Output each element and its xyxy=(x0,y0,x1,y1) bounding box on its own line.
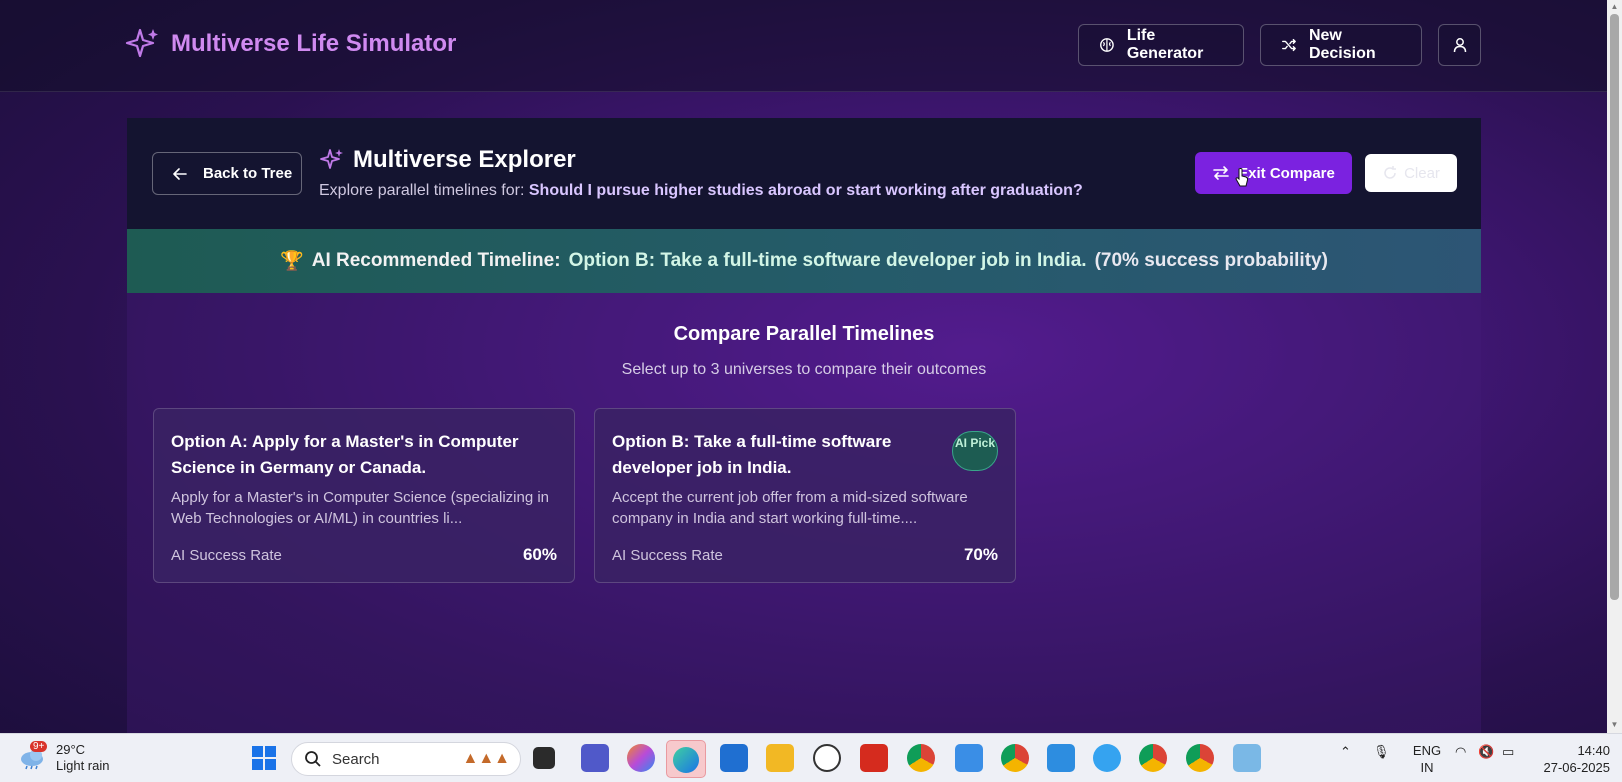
top-navbar: Multiverse Life Simulator Life Generator… xyxy=(0,0,1607,92)
back-to-tree-label: Back to Tree xyxy=(203,165,293,182)
life-generator-label: Life Generator xyxy=(1126,27,1204,62)
user-profile-button[interactable] xyxy=(1438,24,1481,66)
microsoft-store-icon[interactable] xyxy=(720,744,748,772)
sparkles-icon xyxy=(320,149,343,169)
clear-button[interactable]: Clear xyxy=(1365,154,1457,192)
timeline-card-option-b[interactable]: Option B: Take a full-time software deve… xyxy=(594,408,1016,583)
copilot-icon[interactable] xyxy=(627,744,655,772)
success-rate-value: 70% xyxy=(963,545,998,564)
clock-date: 27-06-2025 xyxy=(1543,760,1611,775)
compare-subtitle: Select up to 3 universes to compare thei… xyxy=(621,361,987,378)
file-explorer-icon[interactable] xyxy=(766,744,794,772)
clock-time: 14:40 xyxy=(1577,743,1610,758)
rain-cloud-icon: 9+ xyxy=(18,741,48,771)
success-rate-label: AI Success Rate xyxy=(171,547,282,564)
search-highlight-icon: ▲▲▲ xyxy=(462,750,510,767)
sparkles-icon xyxy=(125,28,158,58)
user-icon xyxy=(1453,38,1466,53)
wifi-icon[interactable]: ◠ xyxy=(1455,744,1466,760)
snipping-tool-icon[interactable] xyxy=(1233,744,1261,772)
compare-title: Compare Parallel Timelines xyxy=(673,323,935,345)
chrome-profile-p-icon[interactable] xyxy=(907,744,935,772)
chrome-profile-c2-icon[interactable] xyxy=(1139,744,1167,772)
system-clock[interactable]: 14:40 27-06-2025 xyxy=(1535,742,1611,776)
explorer-header: Back to Tree Multiverse Explorer Explore… xyxy=(127,118,1481,229)
docker-icon[interactable] xyxy=(1093,744,1121,772)
vscode-icon[interactable] xyxy=(1047,744,1075,772)
life-generator-button[interactable]: Life Generator xyxy=(1078,24,1244,66)
battery-icon[interactable]: ▭ xyxy=(1502,744,1514,760)
scroll-up-icon[interactable]: ▲ xyxy=(1610,2,1619,11)
exit-compare-label: Exit Compare xyxy=(1238,164,1335,182)
recommendation-prefix: AI Recommended Timeline: xyxy=(311,250,561,271)
ai-recommendation-banner: 🏆 AI Recommended Timeline: Option B: Tak… xyxy=(127,229,1481,293)
language-indicator[interactable]: ENG IN xyxy=(1410,742,1444,776)
weather-condition: Light rain xyxy=(56,758,110,773)
notepad-icon[interactable] xyxy=(955,744,983,772)
explorer-title: Multiverse Explorer xyxy=(319,146,576,174)
chrome-profile-c-icon[interactable] xyxy=(1001,744,1029,772)
exit-compare-button[interactable]: Exit Compare xyxy=(1195,152,1352,194)
dell-icon[interactable] xyxy=(813,744,841,772)
timeline-card-option-a[interactable]: Option A: Apply for a Master's in Comput… xyxy=(153,408,575,583)
new-decision-label: New Decision xyxy=(1308,27,1376,62)
explorer-subtitle: Explore parallel timelines for: Should I… xyxy=(319,182,1083,200)
recommended-option: Option B: Take a full-time software deve… xyxy=(568,250,1087,271)
clear-label: Clear xyxy=(1404,164,1440,182)
region-code: IN xyxy=(1420,760,1434,775)
search-icon xyxy=(305,751,321,767)
brand-title: Multiverse Life Simulator xyxy=(171,30,457,57)
success-probability: (70% success probability) xyxy=(1094,250,1328,271)
language-code: ENG xyxy=(1412,743,1442,758)
pdf-app-icon[interactable] xyxy=(860,744,888,772)
search-placeholder: Search xyxy=(332,750,380,768)
arrow-left-icon xyxy=(173,167,187,180)
brand[interactable]: Multiverse Life Simulator xyxy=(125,26,456,62)
microphone-icon[interactable]: 🎙 xyxy=(1373,744,1390,760)
shuffle-icon xyxy=(1282,38,1296,52)
notification-badge: 9+ xyxy=(30,741,48,752)
page-scrollbar[interactable]: ▲ ▼ xyxy=(1607,0,1622,733)
teams-icon[interactable] xyxy=(581,744,609,772)
temperature: 29°C xyxy=(56,742,86,757)
scroll-down-icon[interactable]: ▼ xyxy=(1610,720,1619,729)
edge-browser-icon[interactable] xyxy=(666,740,706,778)
refresh-icon xyxy=(1384,166,1397,179)
new-decision-button[interactable]: New Decision xyxy=(1260,24,1422,66)
volume-muted-icon[interactable]: 🔇 xyxy=(1478,744,1494,760)
success-rate-value: 60% xyxy=(522,545,557,564)
chrome-profile-p2-icon[interactable] xyxy=(1186,744,1214,772)
explorer-subtitle-prefix: Explore parallel timelines for: xyxy=(319,182,525,199)
windows-taskbar: 9+ 29°C Light rain Search ▲▲▲ ⌃ 🎙 ENG IN xyxy=(0,733,1622,782)
task-view-icon[interactable] xyxy=(533,747,555,769)
trophy-icon: 🏆 xyxy=(280,251,304,272)
compare-section: Compare Parallel Timelines Select up to … xyxy=(127,293,1481,733)
mouse-cursor-icon xyxy=(1235,168,1249,187)
card-description: Apply for a Master's in Computer Science… xyxy=(171,489,550,527)
ai-pick-badge: AI Pick xyxy=(952,431,998,471)
weather-widget[interactable]: 9+ 29°C Light rain xyxy=(18,741,110,774)
explorer-title-text: Multiverse Explorer xyxy=(353,146,576,173)
brain-icon xyxy=(1100,38,1114,52)
card-title: Option A: Apply for a Master's in Comput… xyxy=(171,432,519,477)
back-to-tree-button[interactable]: Back to Tree xyxy=(152,152,302,195)
taskbar-search-box[interactable]: Search ▲▲▲ xyxy=(291,742,521,776)
scrollbar-thumb[interactable] xyxy=(1610,14,1619,600)
success-rate-label: AI Success Rate xyxy=(612,547,723,564)
decision-question: Should I pursue higher studies abroad or… xyxy=(528,182,1083,199)
chevron-up-icon[interactable]: ⌃ xyxy=(1340,744,1351,760)
windows-start-icon[interactable] xyxy=(250,744,278,772)
card-title: Option B: Take a full-time software deve… xyxy=(612,432,892,477)
swap-arrows-icon xyxy=(1213,166,1229,180)
card-description: Accept the current job offer from a mid-… xyxy=(612,489,968,527)
